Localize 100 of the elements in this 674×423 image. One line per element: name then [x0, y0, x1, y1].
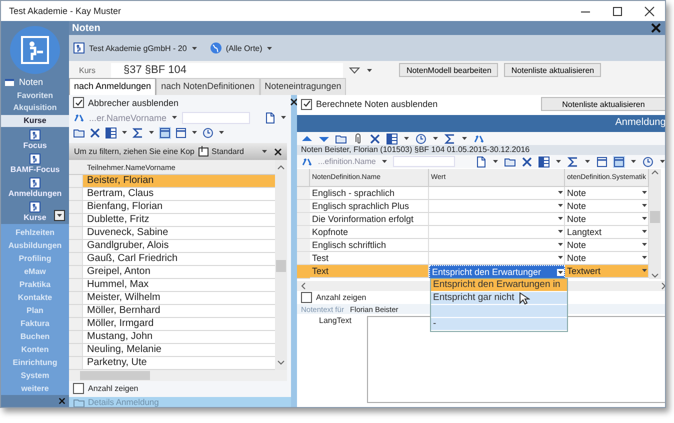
- sum-icon[interactable]: [132, 126, 144, 138]
- refresh-icon[interactable]: [73, 112, 85, 124]
- caret-icon[interactable]: [261, 148, 268, 155]
- maximize-icon[interactable]: [612, 6, 622, 16]
- scroll-left-icon[interactable]: [300, 282, 307, 290]
- new-document-icon[interactable]: [474, 156, 487, 168]
- spreadsheet-icon[interactable]: [386, 132, 398, 144]
- filter-icon[interactable]: [349, 64, 360, 76]
- caret-icon[interactable]: [280, 114, 287, 121]
- table-row[interactable]: Meister, Wilhelm: [69, 292, 275, 305]
- delete-icon[interactable]: [89, 126, 101, 138]
- layout-icon[interactable]: [159, 126, 171, 138]
- table-row[interactable]: Dublette, Fritz: [69, 214, 275, 227]
- caret-icon[interactable]: [380, 158, 388, 165]
- refresh-button[interactable]: Notenliste aktualisieren: [541, 97, 665, 111]
- dropdown-option[interactable]: Entspricht den Erwartungen in: [431, 279, 567, 292]
- checkbox[interactable]: [301, 292, 312, 303]
- delete-icon[interactable]: [369, 132, 381, 144]
- shortcut-icon[interactable]: [29, 177, 41, 190]
- scroll-down-icon[interactable]: [651, 272, 659, 279]
- table-row[interactable]: Gauß, Carl Friedrich: [69, 253, 275, 266]
- course-field[interactable]: §37 §BF 104: [111, 62, 344, 78]
- scroll-thumb[interactable]: [650, 211, 660, 223]
- caret-icon[interactable]: [432, 135, 439, 142]
- spreadsheet-icon[interactable]: [105, 126, 117, 138]
- caret-icon[interactable]: [658, 158, 665, 165]
- shortcut-icon[interactable]: [29, 201, 41, 214]
- table-row[interactable]: Gandlgruber, Alois: [69, 240, 275, 253]
- table-row[interactable]: Mustang, John: [69, 331, 275, 344]
- scrollbar[interactable]: [275, 160, 287, 370]
- close-icon[interactable]: [274, 148, 282, 156]
- sum-icon[interactable]: [566, 156, 579, 168]
- spreadsheet-icon[interactable]: [538, 156, 550, 168]
- checkbox[interactable]: [73, 97, 84, 108]
- value-dropdown[interactable]: Entspricht den Erwartunger: [429, 265, 565, 279]
- checkbox[interactable]: [301, 98, 312, 110]
- caret-icon[interactable]: [366, 66, 374, 74]
- layout-picker-icon[interactable]: [198, 146, 209, 157]
- table-row[interactable]: Möller, Irmgard: [69, 318, 275, 331]
- clock-icon[interactable]: [642, 156, 654, 168]
- layout-icon[interactable]: [612, 156, 625, 168]
- shortcut-icon[interactable]: [29, 153, 41, 166]
- caret-icon[interactable]: [461, 135, 468, 142]
- checkbox[interactable]: [73, 383, 84, 394]
- organization-icon[interactable]: [73, 42, 85, 54]
- caret-icon[interactable]: [170, 114, 178, 121]
- caret-icon[interactable]: [148, 129, 155, 136]
- globe-icon[interactable]: [210, 42, 222, 54]
- table-row[interactable]: Möller, Bernhard: [69, 305, 275, 318]
- caret-icon[interactable]: [190, 44, 198, 52]
- dropdown-option[interactable]: -: [431, 318, 567, 331]
- organization-dropdown[interactable]: Test Akademie gGmbH - 20: [89, 44, 187, 52]
- layout-dropdown[interactable]: Standard: [212, 147, 244, 156]
- location-dropdown[interactable]: (Alle Orte): [226, 44, 262, 52]
- caret-icon[interactable]: [557, 268, 564, 276]
- table-row[interactable]: Bertram, Claus: [69, 188, 275, 201]
- nav-item[interactable]: Kurse: [1, 114, 69, 128]
- delete-icon[interactable]: [520, 156, 533, 168]
- action-button[interactable]: Notenliste aktualisieren: [504, 63, 602, 77]
- refresh-icon[interactable]: [301, 156, 313, 168]
- caret-icon[interactable]: [630, 158, 637, 165]
- caret-icon[interactable]: [492, 158, 499, 165]
- table-row[interactable]: Bienfang, Florian: [69, 201, 275, 214]
- table-row[interactable]: Hummel, Max: [69, 279, 275, 292]
- scroll-thumb[interactable]: [80, 371, 150, 380]
- caret-icon[interactable]: [191, 129, 198, 136]
- table-row[interactable]: Duveneck, Sabine: [69, 227, 275, 240]
- close-icon[interactable]: [290, 98, 298, 106]
- horizontal-scrollbar[interactable]: [69, 370, 287, 381]
- scroll-down-icon[interactable]: [277, 359, 285, 366]
- table-row[interactable]: Greipel, Anton: [69, 266, 275, 279]
- new-document-icon[interactable]: [264, 112, 276, 124]
- scroll-up-icon[interactable]: [651, 169, 659, 176]
- action-button[interactable]: NotenModell bearbeiten: [399, 63, 498, 77]
- caret-icon[interactable]: [403, 135, 410, 142]
- shortcut-icon[interactable]: [29, 128, 41, 141]
- table-row[interactable]: Neuling, Melanie: [69, 344, 275, 357]
- clock-icon[interactable]: [415, 132, 427, 144]
- close-icon[interactable]: [644, 6, 654, 16]
- caret-icon[interactable]: [121, 129, 128, 136]
- scrollbar[interactable]: [649, 169, 661, 279]
- filter-field[interactable]: [182, 112, 250, 124]
- tab[interactable]: nach Anmeldungen: [69, 78, 156, 95]
- refresh-icon[interactable]: [473, 132, 485, 144]
- caret-icon[interactable]: [266, 44, 274, 52]
- caret-icon[interactable]: [218, 129, 225, 136]
- tab[interactable]: Noteneintragungen: [260, 78, 346, 95]
- caret-icon[interactable]: [554, 158, 562, 165]
- long-text-field[interactable]: [367, 316, 665, 403]
- clock-icon[interactable]: [202, 126, 214, 138]
- tab[interactable]: nach NotenDefinitionen: [156, 78, 260, 95]
- layout-icon[interactable]: [596, 156, 608, 168]
- scroll-thumb[interactable]: [276, 260, 286, 272]
- caret-icon[interactable]: [584, 158, 591, 165]
- scroll-right-icon[interactable]: [660, 282, 665, 290]
- layout-icon[interactable]: [175, 126, 187, 138]
- folder-icon[interactable]: [73, 126, 85, 138]
- sum-icon[interactable]: [444, 132, 456, 144]
- filter-field[interactable]: [392, 156, 455, 167]
- scroll-up-icon[interactable]: [277, 164, 285, 171]
